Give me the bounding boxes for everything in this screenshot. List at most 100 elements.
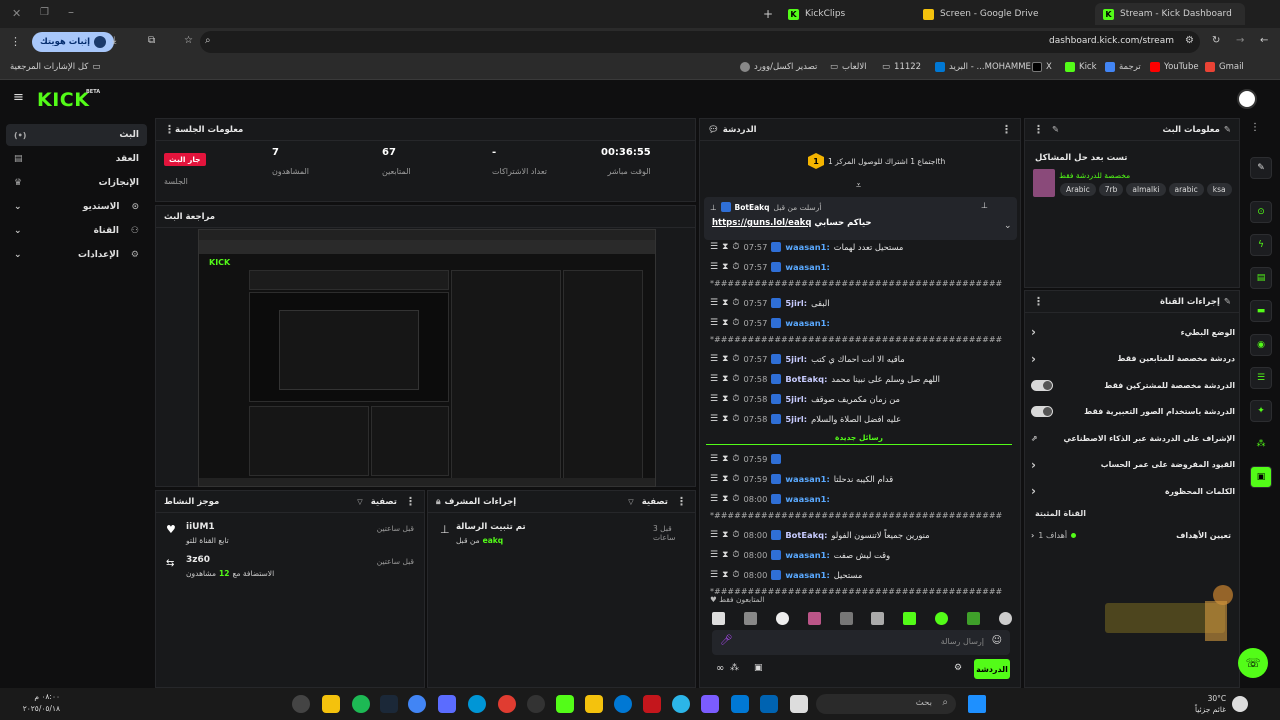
channel-action-item[interactable]: › الكلمات المحظورة [1031, 480, 1235, 502]
message-menu-icon[interactable]: ☰ [710, 474, 718, 484]
channel-action-item[interactable]: › دردشة مخصصة للمتابعين فقط [1031, 348, 1235, 370]
tab-google-drive[interactable]: Screen - Google Drive [915, 3, 1090, 25]
chrome-icon[interactable] [408, 695, 426, 713]
chat-message[interactable]: ☰ ⧗ ⏱ 08:00 BotEakq: منورين جميعاً لاتنسون ال… [710, 527, 1002, 543]
message-menu-icon[interactable]: ☰ [710, 262, 718, 272]
channel-action-item[interactable]: الدردشة مخصصة للمشتركين فقط [1031, 374, 1235, 396]
emote-icon[interactable] [712, 611, 725, 625]
message-menu-icon[interactable]: ☰ [710, 494, 718, 504]
message-menu-icon[interactable]: ☰ [710, 550, 718, 560]
chat-message[interactable]: ☰ ⧗ ⏱ 07:59 [710, 451, 1002, 467]
more-options-icon[interactable]: ⋮ [1033, 123, 1044, 136]
timeout-icon[interactable]: ⏱ [732, 414, 739, 424]
emote-icon[interactable] [935, 611, 949, 625]
stream-tag[interactable]: Arabic [1060, 183, 1096, 196]
more-options-icon[interactable]: ⋮ [1033, 295, 1044, 308]
hourglass-icon[interactable]: ⧗ [722, 474, 728, 484]
activity-user[interactable]: iiUM1 [186, 522, 215, 532]
bookmark-games[interactable]: ▭ الالعاب [830, 62, 867, 72]
send-chat-button[interactable]: الدردشة [974, 659, 1010, 679]
hamburger-menu-icon[interactable]: ≡ [13, 90, 24, 105]
outlook-icon[interactable] [731, 695, 749, 713]
message-menu-icon[interactable]: ☰ [710, 354, 718, 364]
emoji-icon[interactable]: ☺ [992, 635, 1002, 646]
channel-action-item[interactable]: › القيود المفروضة على عمر الحساب [1031, 454, 1235, 476]
timeout-icon[interactable]: ⏱ [732, 474, 739, 484]
chat-message[interactable]: ☰ ⧗ ⏱ 07:59 waasan1: قدام الكيبه ندحلتا [710, 471, 1002, 487]
hourglass-icon[interactable]: ⧗ [722, 394, 728, 404]
message-menu-icon[interactable]: ☰ [710, 570, 718, 580]
copilot-icon[interactable] [701, 695, 719, 713]
download-icon[interactable]: ⤓ [112, 35, 116, 46]
collapse-icon[interactable]: ⩡ [856, 181, 861, 191]
timeout-icon[interactable]: ⏱ [732, 550, 739, 560]
hp-icon[interactable] [468, 695, 486, 713]
rail-flash-button[interactable]: ϟ [1250, 234, 1272, 256]
rail-active-button[interactable]: ▣ [1250, 466, 1272, 488]
kick-logo[interactable]: KICK [37, 89, 89, 111]
sidebar-item-stream[interactable]: البث (•) [6, 124, 147, 146]
rail-chat-button[interactable]: ▬ [1250, 300, 1272, 322]
timeout-icon[interactable]: ⏱ [732, 318, 739, 328]
windows-start-icon[interactable] [968, 695, 986, 713]
message-username[interactable]: waasan1: [785, 474, 829, 484]
hourglass-icon[interactable]: ⧗ [722, 242, 728, 252]
rail-document-button[interactable]: ▤ [1250, 267, 1272, 289]
stream-tag[interactable]: ksa [1206, 183, 1232, 196]
gear-icon[interactable]: ⚙ [954, 663, 962, 673]
reload-icon[interactable]: ↻ [1212, 35, 1220, 46]
chat-message[interactable]: ☰ ⧗ ⏱ 08:00 waasan1: وقت ليش صفت [710, 547, 1002, 563]
stream-tag[interactable]: almalki [1126, 183, 1166, 196]
pinned-link[interactable]: https://guns.lol/eakq [712, 218, 811, 228]
close-window-icon[interactable]: ✕ [12, 7, 21, 20]
message-menu-icon[interactable]: ☰ [710, 298, 718, 308]
toggle-switch[interactable] [1031, 406, 1053, 417]
rail-tools-button[interactable]: ✦ [1250, 400, 1272, 422]
stream-preview-video[interactable]: KICK [198, 229, 656, 487]
new-tab-icon[interactable]: + [763, 7, 773, 21]
pinned-message[interactable]: ⊥ BotEakq أرسلت من قبل ⊥ https://guns.lo… [704, 197, 1017, 240]
emote-icon[interactable] [967, 611, 980, 625]
hourglass-icon[interactable]: ⧗ [722, 454, 728, 464]
chat-message[interactable]: ☰ ⧗ ⏱ 08:00 waasan1: مستحيل [710, 567, 1002, 583]
app-icon[interactable] [672, 695, 690, 713]
channel-action-item[interactable]: الدردشة باستخدام الصور التعبيرية فقط [1031, 401, 1235, 423]
chat-message[interactable]: ☰ ⧗ ⏱ 07:57 waasan1: مستحيل تعدد لهمات [710, 239, 1002, 255]
chat-message[interactable]: ☰ ⧗ ⏱ 07:57 waasan1: [710, 259, 1002, 275]
activity-filter-button[interactable]: تصفية [371, 497, 397, 507]
more-options-icon[interactable]: ⋮ [1001, 123, 1012, 136]
app-icon[interactable] [498, 695, 516, 713]
obs-icon[interactable] [527, 695, 545, 713]
unpin-icon[interactable]: ⊥ [981, 201, 988, 210]
app-icon[interactable] [790, 695, 808, 713]
edge-icon[interactable] [614, 695, 632, 713]
hourglass-icon[interactable]: ⧗ [722, 530, 728, 540]
tab-stream-dashboard[interactable]: K Stream - Kick Dashboard [1095, 3, 1245, 25]
steam-icon[interactable] [380, 695, 398, 713]
rail-focus-button[interactable]: ⊙ [1250, 201, 1272, 223]
emote-icon[interactable] [839, 611, 853, 625]
message-username[interactable]: waasan1: [785, 494, 829, 504]
message-menu-icon[interactable]: ☰ [710, 530, 718, 540]
message-username[interactable]: waasan1: [785, 550, 829, 560]
chat-message[interactable]: ☰ ⧗ ⏱ 07:58 5jirl: عليه افضل الصلاة والسلام [710, 411, 1002, 427]
timeout-icon[interactable]: ⏱ [732, 394, 739, 404]
address-field[interactable]: ☆ ⌕ dashboard.kick.com/stream ⚙ [184, 31, 1200, 53]
hourglass-icon[interactable]: ⧗ [722, 550, 728, 560]
edit-icon[interactable]: ✎ [1052, 125, 1059, 135]
message-menu-icon[interactable]: ☰ [710, 318, 718, 328]
back-icon[interactable]: ← [1260, 35, 1268, 46]
chat-message[interactable]: ☰ ⧗ ⏱ 07:57 5jirl: البقى [710, 295, 1002, 311]
profile-verify-button[interactable]: إثبات هويتك [32, 32, 115, 52]
filter-icon[interactable]: ▽ [628, 498, 633, 506]
message-username[interactable]: BotEakq: [785, 374, 827, 384]
stream-tag[interactable]: arabic [1168, 183, 1204, 196]
chevron-down-icon[interactable]: ⌄ [1004, 221, 1012, 231]
forward-icon[interactable]: → [1236, 35, 1244, 46]
stream-tag[interactable]: 7rb [1098, 183, 1124, 196]
bookmark-kick[interactable]: Kick [1065, 62, 1097, 72]
channel-action-item[interactable]: › الوضع البطيء [1031, 321, 1235, 343]
rail-list-button[interactable]: ☰ [1250, 367, 1272, 389]
timeout-icon[interactable]: ⏱ [732, 454, 739, 464]
timeout-icon[interactable]: ⏱ [732, 354, 739, 364]
